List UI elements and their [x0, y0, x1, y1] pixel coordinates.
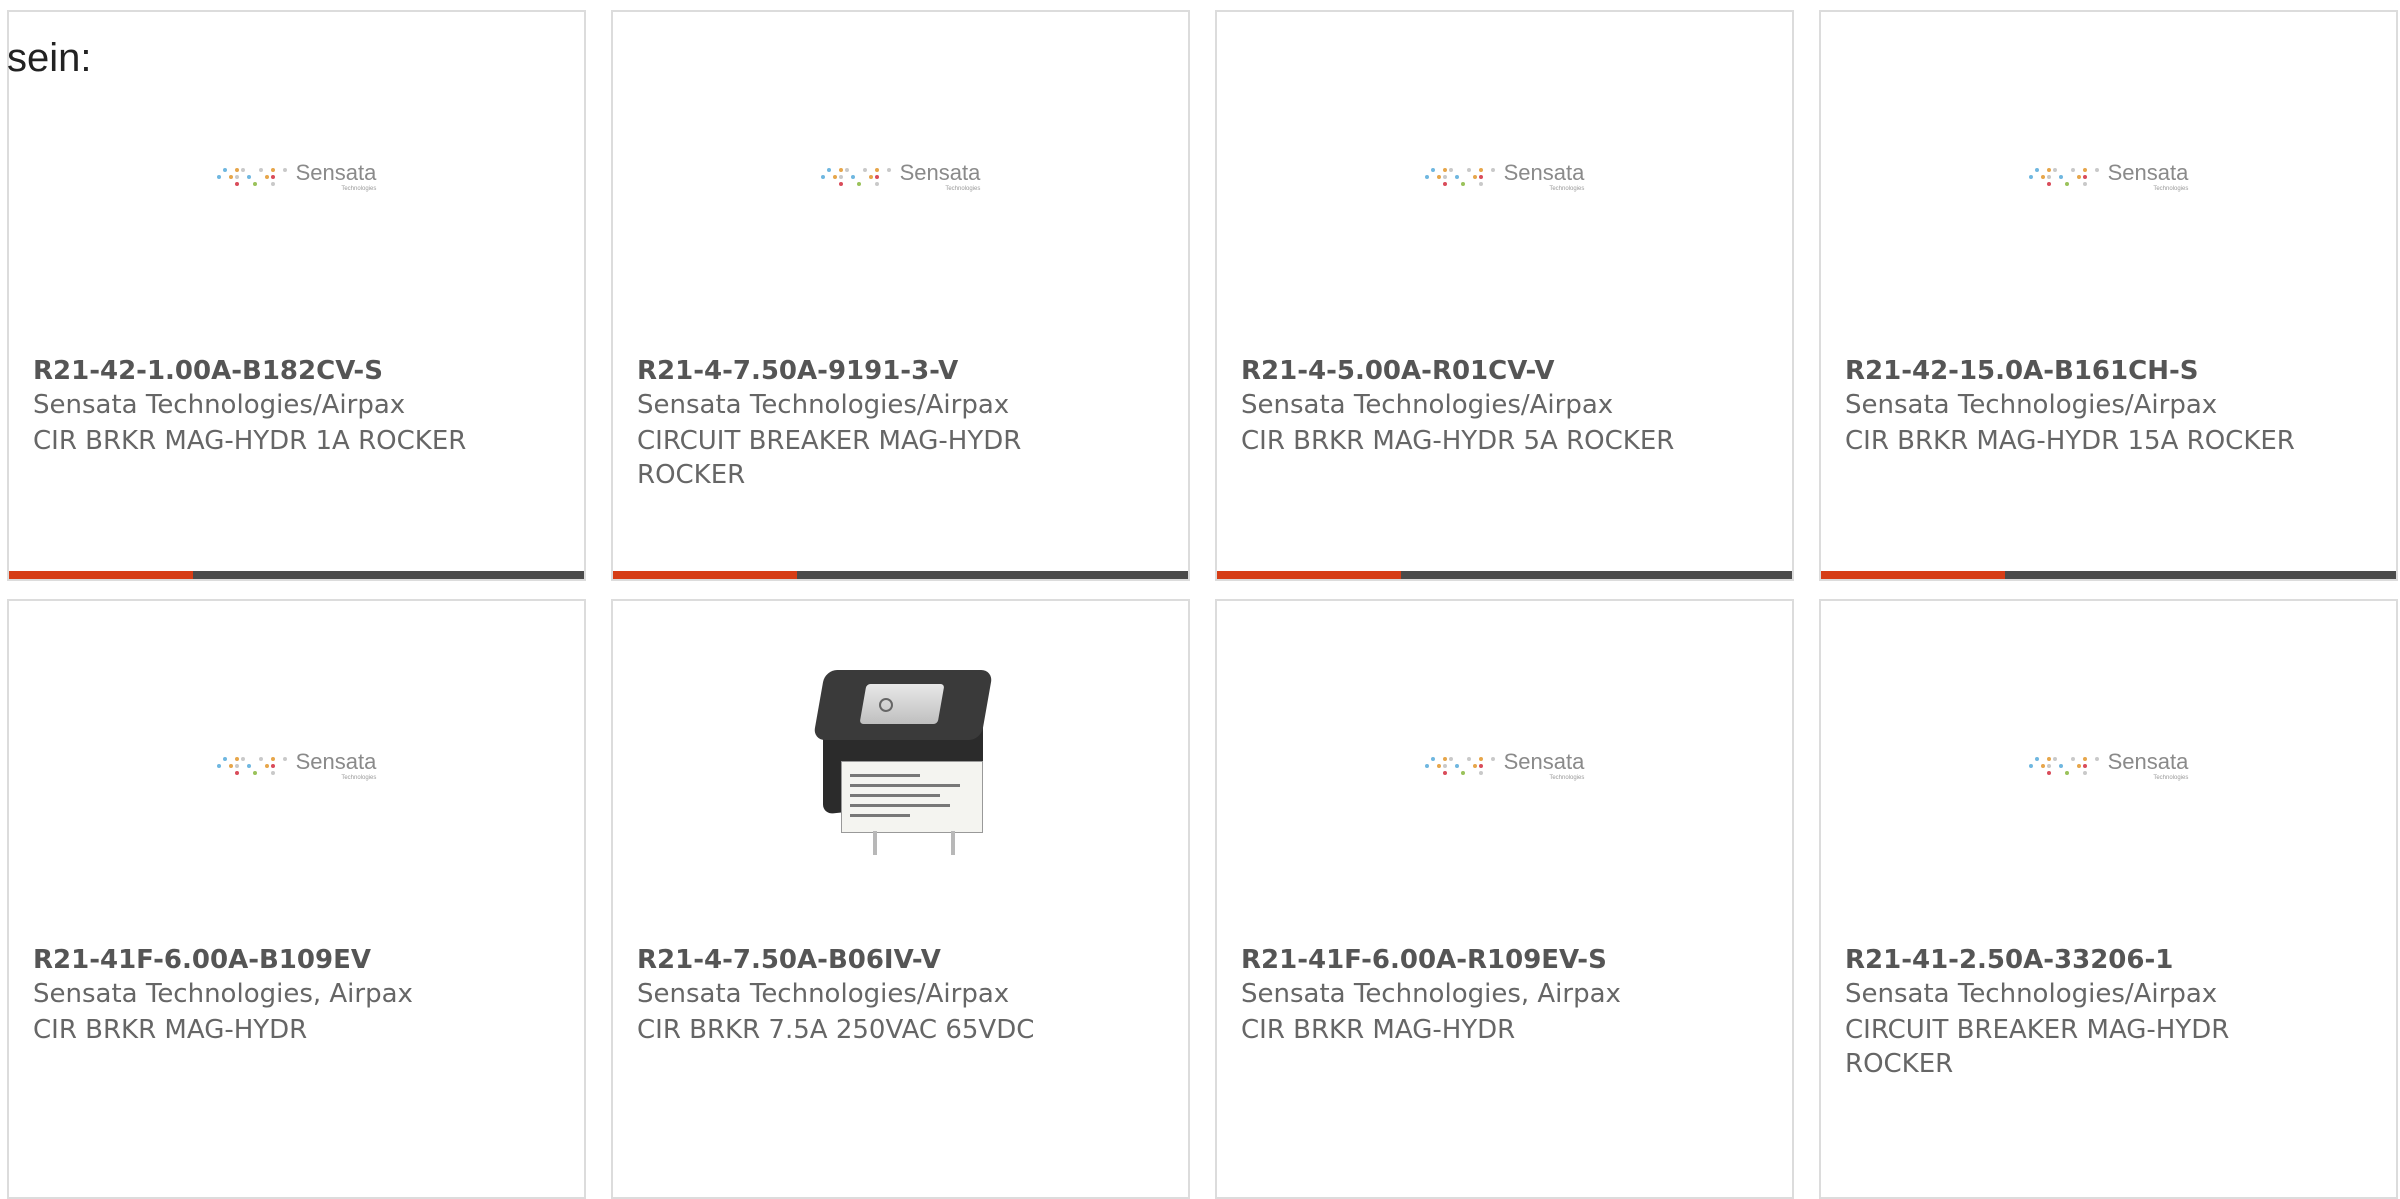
- card-accent: [1821, 571, 2005, 579]
- sensata-logo: Sensata Technologies: [216, 749, 377, 781]
- product-card[interactable]: Sensata Technologies R21-4-7.50A-9191-3-V S…: [611, 10, 1190, 581]
- logo-dots-icon: [2028, 756, 2100, 776]
- card-bottom-bar: [1821, 571, 2396, 579]
- logo-sub: Technologies: [1549, 186, 1585, 192]
- logo-sub: Technologies: [341, 186, 377, 192]
- sensata-logo: Sensata Technologies: [1424, 749, 1585, 781]
- intro-text: sein:: [7, 36, 92, 80]
- part-number[interactable]: R21-41F-6.00A-B109EV: [33, 945, 533, 975]
- product-card[interactable]: Sensata Technologies R21-42-15.0A-B161CH-S…: [1819, 10, 2398, 581]
- logo-sub: Technologies: [2153, 775, 2189, 781]
- manufacturer: Sensata Technologies/Airpax: [637, 979, 1010, 1009]
- logo-name: Sensata: [899, 160, 981, 185]
- manufacturer: Sensata Technologies/Airpax: [33, 390, 406, 420]
- product-image[interactable]: [613, 601, 1188, 931]
- manufacturer: Sensata Technologies/Airpax: [1241, 390, 1614, 420]
- manufacturer: Sensata Technologies, Airpax: [33, 979, 413, 1009]
- logo-name: Sensata: [1503, 749, 1585, 774]
- sensata-logo: Sensata Technologies: [2028, 749, 2189, 781]
- card-accent: [1217, 571, 1401, 579]
- logo-name: Sensata: [2107, 749, 2189, 774]
- sensata-logo: Sensata Technologies: [2028, 160, 2189, 192]
- product-image[interactable]: Sensata Technologies: [9, 12, 584, 342]
- manufacturer: Sensata Technologies, Airpax: [1241, 979, 1621, 1009]
- product-image[interactable]: Sensata Technologies: [613, 12, 1188, 342]
- product-card[interactable]: R21-4-7.50A-B06IV-V Sensata Technologies/…: [611, 599, 1190, 1199]
- description: CIR BRKR MAG-HYDR: [33, 1015, 308, 1045]
- product-grid: Sensata Technologies R21-42-1.00A-B182CV-S…: [0, 0, 2400, 1199]
- product-card[interactable]: Sensata Technologies R21-41F-6.00A-R109EV-…: [1215, 599, 1794, 1199]
- product-image[interactable]: Sensata Technologies: [1217, 601, 1792, 931]
- product-card[interactable]: Sensata Technologies R21-41-2.50A-33206-1 S…: [1819, 599, 2398, 1199]
- logo-dots-icon: [820, 167, 892, 187]
- description: CIR BRKR MAG-HYDR: [1241, 1015, 1516, 1045]
- product-image[interactable]: Sensata Technologies: [1821, 12, 2396, 342]
- product-card[interactable]: Sensata Technologies R21-4-5.00A-R01CV-V Se…: [1215, 10, 1794, 581]
- logo-sub: Technologies: [1549, 775, 1585, 781]
- product-card[interactable]: Sensata Technologies R21-42-1.00A-B182CV-S…: [7, 10, 586, 581]
- part-number[interactable]: R21-42-15.0A-B161CH-S: [1845, 356, 2345, 386]
- product-image[interactable]: Sensata Technologies: [1217, 12, 1792, 342]
- description: CIRCUIT BREAKER MAG-HYDR ROCKER: [1845, 1015, 2230, 1079]
- description: CIR BRKR 7.5A 250VAC 65VDC: [637, 1015, 1035, 1045]
- product-card[interactable]: Sensata Technologies R21-41F-6.00A-B109EV S…: [7, 599, 586, 1199]
- logo-dots-icon: [216, 756, 288, 776]
- logo-sub: Technologies: [341, 775, 377, 781]
- description: CIRCUIT BREAKER MAG-HYDR ROCKER: [637, 426, 1022, 490]
- manufacturer: Sensata Technologies/Airpax: [1845, 979, 2218, 1009]
- logo-dots-icon: [1424, 167, 1496, 187]
- description: CIR BRKR MAG-HYDR 1A ROCKER: [33, 426, 467, 456]
- description: CIR BRKR MAG-HYDR 5A ROCKER: [1241, 426, 1675, 456]
- logo-name: Sensata: [295, 160, 377, 185]
- card-bottom-bar: [613, 571, 1188, 579]
- logo-dots-icon: [2028, 167, 2100, 187]
- description: CIR BRKR MAG-HYDR 15A ROCKER: [1845, 426, 2295, 456]
- card-accent: [9, 571, 193, 579]
- product-image[interactable]: Sensata Technologies: [1821, 601, 2396, 931]
- logo-dots-icon: [1424, 756, 1496, 776]
- manufacturer: Sensata Technologies/Airpax: [1845, 390, 2218, 420]
- part-number[interactable]: R21-4-7.50A-B06IV-V: [637, 945, 1137, 975]
- part-number[interactable]: R21-42-1.00A-B182CV-S: [33, 356, 533, 386]
- card-accent: [613, 571, 797, 579]
- logo-sub: Technologies: [2153, 186, 2189, 192]
- part-number[interactable]: R21-4-5.00A-R01CV-V: [1241, 356, 1741, 386]
- logo-dots-icon: [216, 167, 288, 187]
- logo-name: Sensata: [2107, 160, 2189, 185]
- part-number[interactable]: R21-41F-6.00A-R109EV-S: [1241, 945, 1741, 975]
- logo-sub: Technologies: [945, 186, 981, 192]
- logo-name: Sensata: [1503, 160, 1585, 185]
- card-bottom-bar: [9, 571, 584, 579]
- part-number[interactable]: R21-4-7.50A-9191-3-V: [637, 356, 1137, 386]
- manufacturer: Sensata Technologies/Airpax: [637, 390, 1010, 420]
- product-image[interactable]: Sensata Technologies: [9, 601, 584, 931]
- sensata-logo: Sensata Technologies: [1424, 160, 1585, 192]
- product-photo: [801, 666, 1001, 866]
- sensata-logo: Sensata Technologies: [820, 160, 981, 192]
- part-number[interactable]: R21-41-2.50A-33206-1: [1845, 945, 2345, 975]
- sensata-logo: Sensata Technologies: [216, 160, 377, 192]
- card-bottom-bar: [1217, 571, 1792, 579]
- logo-name: Sensata: [295, 749, 377, 774]
